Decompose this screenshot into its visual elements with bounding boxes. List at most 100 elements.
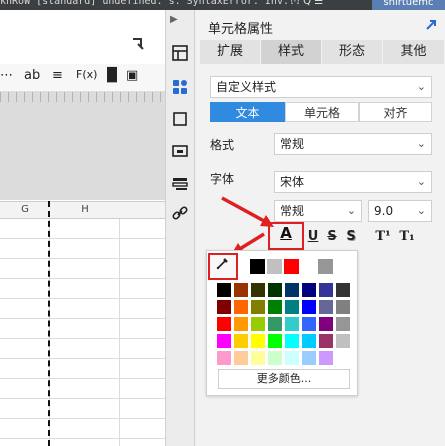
recent-color-swatch[interactable]	[318, 259, 333, 274]
widget-icon[interactable]	[168, 142, 192, 166]
color-swatch[interactable]	[250, 333, 266, 349]
color-swatch[interactable]	[250, 282, 266, 298]
tab-form[interactable]: 形态	[322, 40, 383, 64]
superscript-button[interactable]: T¹	[372, 226, 394, 248]
color-swatch[interactable]	[284, 350, 300, 366]
font-label: 字体	[210, 172, 235, 186]
pin-icon[interactable]	[424, 18, 442, 36]
color-swatch[interactable]	[233, 316, 249, 332]
color-swatch[interactable]	[250, 350, 266, 366]
color-swatch[interactable]	[284, 299, 300, 315]
font-family-value: 宋体	[280, 175, 305, 189]
underline-button[interactable]: U	[304, 226, 322, 248]
chevron-down-icon: ⌄	[416, 137, 426, 150]
column-header-g[interactable]: G	[0, 201, 50, 219]
color-swatch[interactable]	[335, 299, 351, 315]
chevron-down-icon: ⌄	[416, 204, 426, 217]
align-button[interactable]: ≡	[52, 68, 68, 88]
color-swatch[interactable]	[267, 299, 283, 315]
style-icon[interactable]	[168, 78, 192, 102]
data-icon[interactable]	[168, 174, 192, 198]
font-style-select[interactable]: 常规 ⌄	[274, 200, 362, 222]
color-swatch[interactable]	[335, 350, 351, 366]
recent-color-swatch[interactable]	[301, 259, 316, 274]
color-swatch[interactable]	[267, 316, 283, 332]
color-swatch[interactable]	[335, 282, 351, 298]
layout-icon[interactable]	[168, 44, 192, 68]
color-swatch[interactable]	[335, 333, 351, 349]
color-swatch[interactable]	[318, 350, 334, 366]
color-swatch[interactable]	[301, 299, 317, 315]
chart-button[interactable]: ▐▌	[102, 68, 122, 88]
color-swatch[interactable]	[267, 350, 283, 366]
collapse-icon[interactable]	[130, 36, 150, 56]
color-swatch[interactable]	[284, 316, 300, 332]
color-swatch[interactable]	[301, 282, 317, 298]
border-icon[interactable]	[168, 110, 192, 134]
color-swatch[interactable]	[216, 316, 232, 332]
format-select[interactable]: 常规 ⌄	[274, 133, 432, 155]
font-size-select[interactable]: 9.0 ⌄	[368, 200, 432, 222]
code-tab-text: knRoW [standard] undefined. s. SyntaxErr…	[0, 0, 302, 7]
tab-style[interactable]: 样式	[261, 40, 322, 64]
color-swatch[interactable]	[301, 350, 317, 366]
chevron-down-icon: ⌄	[346, 204, 356, 217]
tab-expand[interactable]: 扩展	[200, 40, 261, 64]
recent-color-swatch[interactable]	[250, 259, 265, 274]
toolbar-more-icon[interactable]: ⋯	[0, 68, 13, 88]
color-swatch[interactable]	[318, 299, 334, 315]
document-tab[interactable]: shirtuemc	[372, 0, 445, 10]
link-icon[interactable]	[168, 204, 192, 228]
eyedropper-icon	[216, 258, 228, 270]
color-swatch[interactable]	[267, 333, 283, 349]
style-select-value: 自定义样式	[216, 80, 277, 94]
color-swatch[interactable]	[250, 316, 266, 332]
formula-button[interactable]: F(x)	[76, 68, 97, 88]
color-swatch[interactable]	[318, 282, 334, 298]
color-swatch[interactable]	[301, 316, 317, 332]
recent-color-swatch[interactable]	[267, 259, 282, 274]
topbar-icons[interactable]: ⋯ Q ☰	[290, 0, 370, 8]
font-family-select[interactable]: 宋体 ⌄	[274, 171, 432, 193]
column-header-h[interactable]: H	[50, 201, 120, 219]
font-size-value: 9.0	[374, 204, 394, 218]
ruler-ticks	[0, 92, 165, 102]
color-swatch[interactable]	[216, 282, 232, 298]
tab-other[interactable]: 其他	[383, 40, 445, 64]
shadow-button[interactable]: S	[342, 226, 360, 248]
expand-arrow-icon[interactable]: ▶	[170, 14, 190, 32]
recent-color-swatch[interactable]	[335, 259, 350, 274]
color-swatch[interactable]	[318, 333, 334, 349]
color-swatch[interactable]	[250, 299, 266, 315]
text-style-button[interactable]: ab	[24, 68, 44, 88]
color-swatch[interactable]	[301, 333, 317, 349]
page-break-line	[48, 201, 50, 446]
segment-text[interactable]: 文本	[210, 102, 285, 122]
color-swatch[interactable]	[267, 282, 283, 298]
subscript-button[interactable]: T₁	[396, 226, 418, 248]
color-swatch[interactable]	[335, 316, 351, 332]
color-swatch[interactable]	[233, 333, 249, 349]
color-swatch[interactable]	[284, 333, 300, 349]
color-swatch[interactable]	[216, 333, 232, 349]
color-swatch[interactable]	[284, 282, 300, 298]
cell-grid[interactable]	[0, 219, 165, 446]
ruler-area	[0, 92, 165, 200]
format-label: 格式	[210, 138, 235, 152]
strikethrough-button[interactable]: S	[323, 226, 341, 248]
font-color-icon: A	[280, 224, 292, 242]
segment-cell[interactable]: 单元格	[285, 102, 359, 122]
color-swatch[interactable]	[318, 316, 334, 332]
style-select[interactable]: 自定义样式 ⌄	[210, 76, 432, 98]
eyedropper-button[interactable]	[208, 253, 238, 280]
color-swatch[interactable]	[216, 350, 232, 366]
image-button[interactable]: ▣	[126, 68, 144, 88]
color-swatch[interactable]	[233, 350, 249, 366]
more-colors-button[interactable]: 更多颜色...	[218, 369, 350, 389]
segment-align[interactable]: 对齐	[359, 102, 432, 122]
chevron-down-icon: ⌄	[416, 80, 426, 93]
color-swatch[interactable]	[233, 282, 249, 298]
recent-color-swatch[interactable]	[284, 259, 299, 274]
color-swatch[interactable]	[233, 299, 249, 315]
color-swatch[interactable]	[216, 299, 232, 315]
